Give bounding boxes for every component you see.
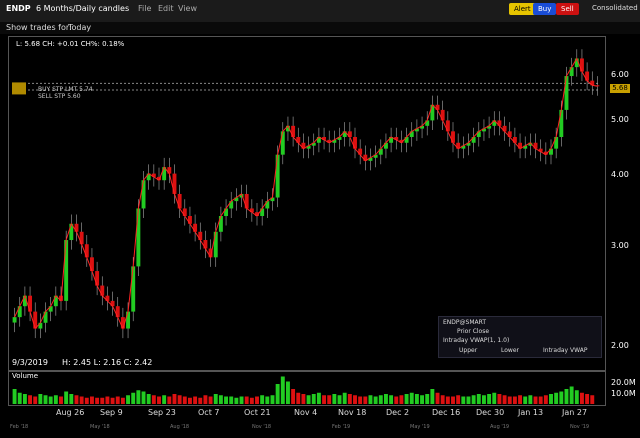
x-tick: Nov 18 (338, 408, 367, 417)
mini-tick: Aug '18 (170, 424, 190, 430)
candle-body (141, 180, 146, 209)
candle-body (213, 231, 218, 258)
x-tick: Oct 7 (198, 408, 220, 417)
candle-body (84, 244, 89, 258)
legend-prior-close[interactable]: Prior Close (457, 328, 489, 335)
candle-body (353, 136, 357, 149)
vol-tick: 10.0M (611, 389, 636, 398)
x-tick: Sep 9 (100, 408, 123, 417)
volume-label: Volume (12, 372, 39, 380)
buy-order-label[interactable]: BUY STP LMT 5.74 (38, 86, 93, 93)
candle-body (203, 240, 208, 249)
candle-body (43, 311, 48, 323)
sell-order-label[interactable]: SELL STP 5.60 (38, 93, 81, 100)
y-tick: 3.00 (611, 241, 629, 250)
candle-body (172, 173, 177, 194)
candle-body (564, 76, 569, 110)
candle-body (89, 257, 94, 272)
legend-upper[interactable]: Upper (459, 347, 477, 354)
candle-body (569, 67, 574, 77)
candle-body (451, 131, 455, 143)
mini-tick: Nov '18 (252, 424, 272, 430)
candle-body (79, 231, 84, 245)
volume-panel[interactable] (8, 370, 606, 406)
candle-body (115, 306, 120, 318)
indicator-legend[interactable]: ENDP@SMART Prior Close Intraday VWAP(1, … (438, 316, 602, 358)
mini-tick: Feb '19 (332, 424, 351, 430)
x-tick: Jan 13 (518, 408, 544, 417)
quote-line: L: 5.68 CH: +0.01 CH%: 0.18% (16, 40, 125, 48)
y-tick: 4.00 (611, 170, 629, 179)
candle-body (440, 109, 445, 121)
x-tick: Sep 23 (148, 408, 176, 417)
legend-vwap[interactable]: Intraday VWAP(1, 1.0) (443, 337, 509, 344)
y-tick: 2.00 (611, 341, 629, 350)
candle-body (74, 223, 79, 232)
candle-body (17, 306, 22, 318)
candle-body (100, 285, 105, 296)
tws-chart-window: ENDP 6 Months/Daily candles File Edit Vi… (0, 0, 640, 438)
candle-body (585, 71, 590, 81)
candle-body (579, 58, 584, 72)
x-tick: Jan 27 (562, 408, 588, 417)
candle-body (275, 154, 280, 198)
x-tick: Dec 2 (386, 408, 410, 417)
candle-body (198, 231, 203, 241)
candle-body (136, 208, 141, 267)
candle-body (291, 125, 296, 137)
x-tick: Nov 4 (294, 408, 318, 417)
candle-body (95, 271, 100, 286)
x-tick: Aug 26 (56, 408, 85, 417)
mini-tick: May '19 (410, 424, 430, 430)
mini-tick: May '18 (90, 424, 110, 430)
candle-body (33, 311, 38, 329)
candle-body (177, 193, 182, 209)
candle-body (64, 240, 69, 301)
candle-body (12, 317, 17, 323)
last-price-tag: 5.68 (610, 84, 630, 93)
candle-body (445, 120, 450, 132)
x-tick: Oct 21 (244, 408, 271, 417)
mini-tick: Nov '19 (570, 424, 590, 430)
candle-body (193, 223, 198, 232)
mini-tick: Aug '19 (490, 424, 510, 430)
candle-body (131, 266, 136, 312)
mini-tick: Feb '18 (10, 424, 29, 430)
date-line: 9/3/2019 (12, 358, 48, 367)
x-tick: Dec 16 (432, 408, 461, 417)
candle-body (28, 295, 33, 312)
vol-tick: 20.0M (611, 378, 636, 387)
x-tick: Dec 30 (476, 408, 505, 417)
legend-lower[interactable]: Lower (501, 347, 519, 354)
candle-body (244, 193, 249, 209)
order-handle (12, 82, 26, 95)
legend-title: ENDP@SMART (443, 319, 487, 326)
candle-body (126, 311, 131, 329)
y-tick: 5.00 (611, 115, 629, 124)
candle-body (280, 131, 285, 155)
candle-body (559, 109, 564, 137)
candle-body (218, 216, 223, 232)
y-tick: 6.00 (611, 70, 629, 79)
legend-intraday-vwap[interactable]: Intraday VWAP (543, 347, 587, 354)
candle-body (554, 136, 559, 149)
candle-body (430, 104, 435, 121)
hlc-line: H: 2.45 L: 2.16 C: 2.42 (62, 358, 153, 367)
